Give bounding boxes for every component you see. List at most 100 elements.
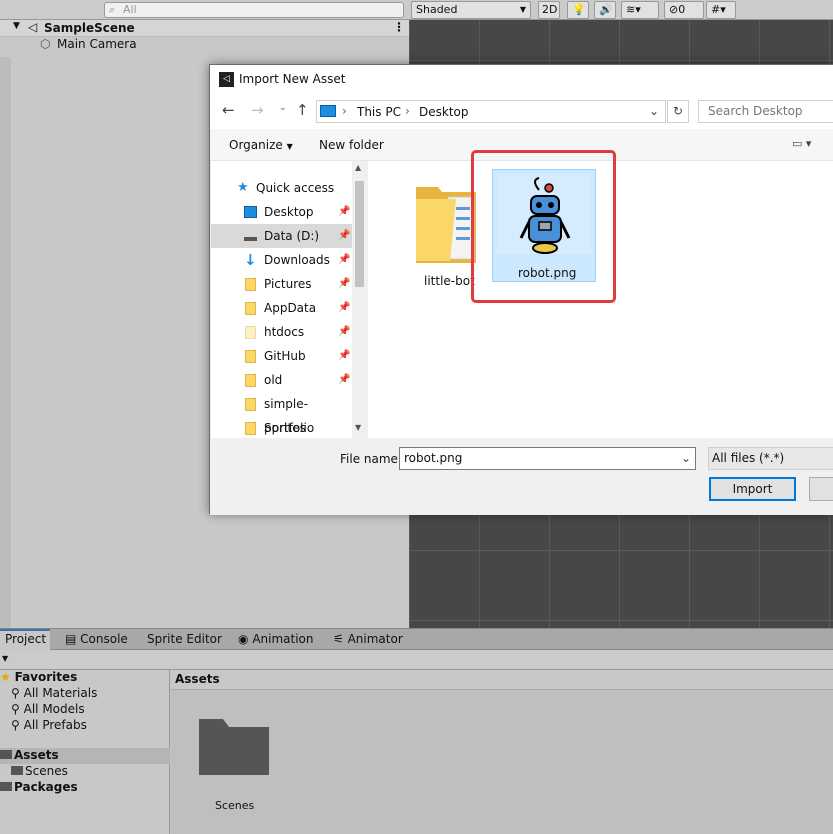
tree-packages[interactable]: Packages bbox=[0, 780, 78, 794]
folder-icon bbox=[245, 350, 256, 363]
tree-assets[interactable]: Assets bbox=[0, 748, 170, 764]
file-name-input[interactable]: robot.png ⌄ bbox=[399, 447, 696, 470]
bottom-tabbar: Project ▤ Console Sprite Editor ◉ Animat… bbox=[0, 629, 833, 650]
hierarchy-item-label: Main Camera bbox=[57, 37, 137, 51]
eye-slash-icon: ⊘ bbox=[669, 3, 679, 16]
tab-animator[interactable]: ⚟ Animator bbox=[328, 629, 408, 650]
file-name: little-bot bbox=[424, 274, 475, 288]
scene-toolbar: Shaded ▼ 2D 💡 🔊 ≋▾ ⊘0 #▾ bbox=[409, 0, 833, 20]
hierarchy-item-main-camera[interactable]: ⬡ Main Camera bbox=[0, 37, 409, 54]
folder-icon bbox=[245, 326, 256, 339]
asset-scenes-folder[interactable]: Scenes bbox=[191, 715, 273, 815]
toggle-2d-button[interactable]: 2D bbox=[538, 1, 560, 19]
breadcrumb-desktop[interactable]: Desktop bbox=[419, 105, 469, 119]
nav-github[interactable]: GitHub 📌 bbox=[211, 344, 352, 368]
folder-icon bbox=[11, 766, 23, 775]
hidden-objects-toggle[interactable]: ⊘0 bbox=[664, 1, 704, 19]
folder-icon bbox=[245, 422, 256, 435]
organize-button[interactable]: Organize ▼ bbox=[229, 138, 293, 152]
pin-icon: 📌 bbox=[338, 254, 351, 265]
nav-old[interactable]: old 📌 bbox=[211, 368, 352, 392]
hierarchy-search-input[interactable]: ⌕ All bbox=[104, 2, 404, 18]
tab-project[interactable]: Project bbox=[0, 629, 50, 650]
pin-icon: 📌 bbox=[338, 374, 351, 385]
navigation-pane: ★ Quick access Desktop 📌 Data (D:) 📌 ↓ D… bbox=[211, 161, 367, 438]
forward-arrow-icon[interactable]: → bbox=[251, 101, 264, 119]
pin-icon: 📌 bbox=[338, 206, 351, 217]
refresh-icon: ↻ bbox=[672, 104, 684, 118]
nav-appdata[interactable]: AppData 📌 bbox=[211, 296, 352, 320]
scroll-up-icon[interactable]: ▲ bbox=[355, 163, 361, 172]
animator-icon: ⚟ bbox=[333, 632, 344, 646]
folder-icon bbox=[245, 374, 256, 387]
folder-icon bbox=[0, 782, 12, 791]
back-arrow-icon[interactable]: ← bbox=[222, 101, 235, 119]
pin-icon: 📌 bbox=[338, 302, 351, 313]
dropdown-arrow-icon: ▼ bbox=[286, 142, 293, 151]
pin-icon: 📌 bbox=[338, 326, 351, 337]
nav-pictures[interactable]: Pictures 📌 bbox=[211, 272, 352, 296]
dialog-footer: File name: robot.png ⌄ All files (*.*) I… bbox=[210, 438, 833, 515]
scroll-down-icon[interactable]: ▼ bbox=[355, 423, 361, 432]
create-dropdown-icon[interactable]: ▼ bbox=[2, 654, 8, 663]
tree-favorite-item[interactable]: ⚲ All Materials bbox=[11, 686, 97, 700]
view-options-icon[interactable]: ▭ ▾ bbox=[792, 137, 811, 150]
nav-sprites[interactable]: Sprites bbox=[211, 416, 352, 440]
folder-icon bbox=[245, 278, 256, 291]
star-icon: ★ bbox=[0, 670, 11, 684]
grid-toggle-icon[interactable]: #▾ bbox=[706, 1, 736, 19]
nav-htdocs[interactable]: htdocs 📌 bbox=[211, 320, 352, 344]
breadcrumb-separator-icon: › bbox=[342, 104, 347, 118]
tab-sprite-editor[interactable]: Sprite Editor bbox=[142, 629, 227, 650]
file-type-dropdown[interactable]: All files (*.*) bbox=[708, 447, 833, 470]
nav-quick-access[interactable]: ★ Quick access bbox=[211, 176, 352, 200]
breadcrumb-separator-icon: › bbox=[405, 104, 410, 118]
chevron-down-icon[interactable]: ⌄ bbox=[649, 104, 659, 118]
scene-name: SampleScene bbox=[44, 21, 135, 35]
animation-icon: ◉ bbox=[238, 632, 249, 646]
audio-toggle-icon[interactable]: 🔊 bbox=[594, 1, 616, 19]
expand-arrow-icon[interactable]: ▼ bbox=[13, 21, 20, 31]
star-icon: ★ bbox=[237, 180, 249, 195]
address-bar[interactable]: › This PC › Desktop ⌄ bbox=[316, 100, 666, 123]
breadcrumb-this-pc[interactable]: This PC bbox=[357, 105, 401, 119]
scene-row[interactable]: ▼ ◁ SampleScene ⋮ bbox=[0, 20, 409, 37]
up-arrow-icon[interactable]: ↑ bbox=[296, 101, 309, 119]
nav-simple-portfolio[interactable]: simple-portfolio bbox=[211, 392, 352, 435]
project-toolbar: ▼ bbox=[0, 650, 833, 670]
scene-menu-icon[interactable]: ⋮ bbox=[393, 20, 405, 34]
desktop-icon bbox=[244, 206, 257, 218]
project-assets-view: Assets Scenes bbox=[171, 670, 833, 834]
pin-icon: 📌 bbox=[338, 350, 351, 361]
hierarchy-scrollbar[interactable] bbox=[0, 57, 11, 628]
lighting-toggle-icon[interactable]: 💡 bbox=[567, 1, 589, 19]
download-icon: ↓ bbox=[244, 251, 257, 269]
tree-favorite-item[interactable]: ⚲ All Models bbox=[11, 702, 85, 716]
nav-data-d[interactable]: Data (D:) 📌 bbox=[211, 224, 352, 248]
tree-favorite-item[interactable]: ⚲ All Prefabs bbox=[11, 718, 87, 732]
tree-favorites[interactable]: ★ Favorites bbox=[0, 670, 77, 684]
unity-scene-icon: ◁ bbox=[28, 20, 38, 34]
search-desktop-input[interactable]: Search Desktop bbox=[698, 100, 833, 123]
recent-locations-icon[interactable]: ⌄ bbox=[279, 103, 287, 113]
shading-mode-dropdown[interactable]: Shaded ▼ bbox=[411, 1, 531, 19]
dialog-title: Import New Asset bbox=[239, 72, 346, 86]
cancel-button[interactable] bbox=[809, 477, 833, 501]
effects-dropdown-icon[interactable]: ≋▾ bbox=[621, 1, 659, 19]
this-pc-icon bbox=[320, 105, 336, 117]
folder-icon bbox=[416, 187, 476, 263]
dialog-titlebar: ◁ Import New Asset bbox=[210, 65, 833, 95]
pin-icon: 📌 bbox=[338, 230, 351, 241]
nav-desktop[interactable]: Desktop 📌 bbox=[211, 200, 352, 224]
refresh-button[interactable]: ↻ bbox=[667, 100, 689, 123]
scrollbar-thumb[interactable] bbox=[355, 181, 364, 287]
chevron-down-icon[interactable]: ⌄ bbox=[681, 448, 691, 469]
tree-scenes-folder[interactable]: Scenes bbox=[11, 764, 68, 778]
tab-console[interactable]: ▤ Console bbox=[60, 629, 133, 650]
folder-icon bbox=[245, 302, 256, 315]
tab-animation[interactable]: ◉ Animation bbox=[233, 629, 319, 650]
import-button[interactable]: Import bbox=[709, 477, 796, 501]
new-folder-button[interactable]: New folder bbox=[319, 138, 384, 152]
nav-downloads[interactable]: ↓ Downloads 📌 bbox=[211, 248, 352, 272]
navigation-scrollbar[interactable]: ▲ ▼ bbox=[352, 161, 367, 438]
